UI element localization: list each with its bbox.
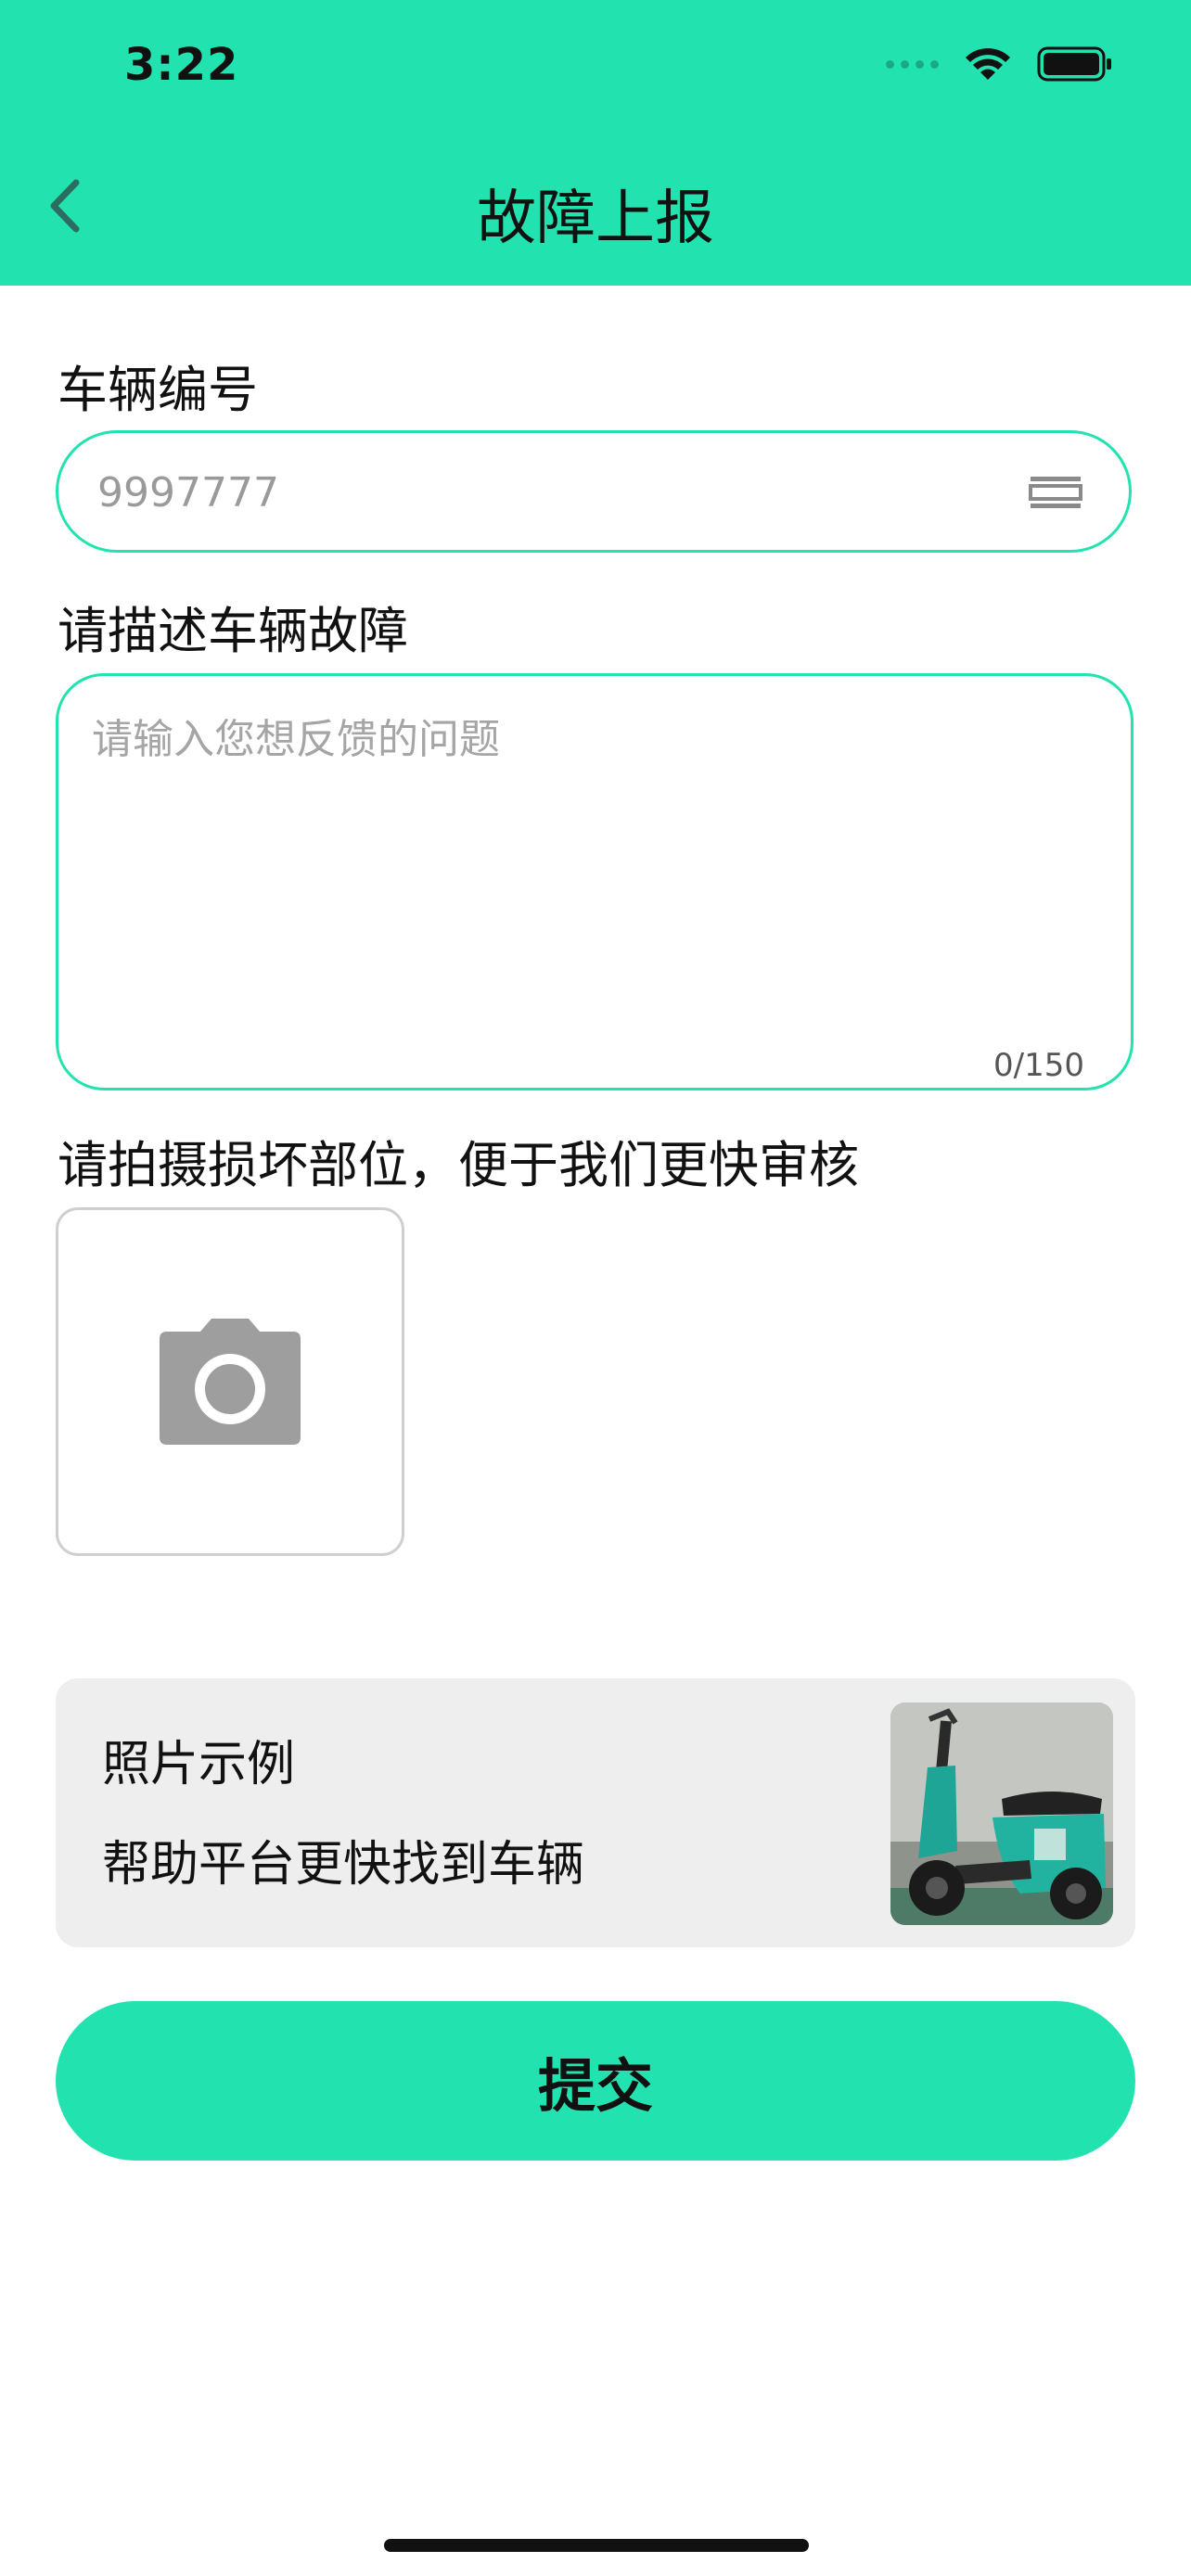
fault-report-screen: 3:22 故障上报 车辆编号 9997777 请描述车辆故障 请输入您想反馈的问…	[0, 0, 1191, 2576]
camera-icon	[160, 1319, 301, 1445]
example-scooter-image	[890, 1702, 1113, 1925]
example-title: 照片示例	[102, 1737, 296, 1792]
home-indicator[interactable]	[384, 2539, 809, 2552]
page-title: 故障上报	[477, 185, 714, 253]
wifi-icon	[966, 48, 1010, 80]
vehicle-number-label: 车辆编号	[58, 361, 258, 419]
photo-upload-button[interactable]	[56, 1207, 404, 1556]
vehicle-number-field	[56, 430, 1132, 553]
status-icons	[886, 46, 1113, 82]
fault-description-label: 请描述车辆故障	[58, 602, 408, 660]
example-description: 帮助平台更快找到车辆	[102, 1837, 585, 1893]
submit-button[interactable]: 提交	[56, 2001, 1135, 2161]
photo-example-card: 照片示例 帮助平台更快找到车辆	[56, 1678, 1135, 1947]
cellular-signal-icon	[886, 59, 939, 69]
header: 3:22 故障上报	[0, 0, 1191, 286]
scan-list-icon[interactable]	[1029, 473, 1082, 512]
electric-scooter-photo	[890, 1702, 1113, 1925]
fault-description-textarea[interactable]	[90, 704, 1095, 1023]
status-time: 3:22	[124, 39, 239, 91]
character-counter: 0/150	[993, 1047, 1084, 1084]
battery-icon	[1037, 46, 1111, 82]
photo-label: 请拍摄损坏部位，便于我们更快审核	[58, 1136, 859, 1194]
vehicle-number-input[interactable]	[96, 433, 990, 552]
fault-description-box: 0/150	[56, 673, 1133, 1090]
